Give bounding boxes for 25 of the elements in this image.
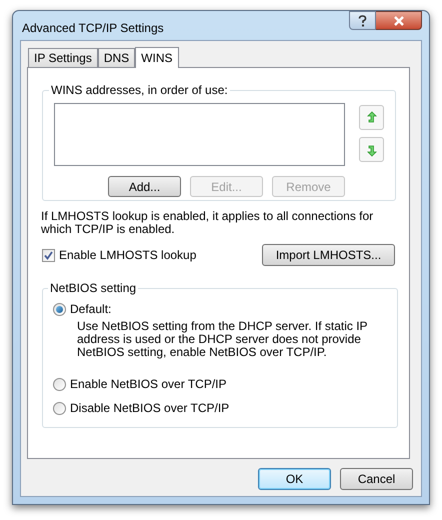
window-title: Advanced TCP/IP Settings	[22, 20, 164, 36]
radio-icon[interactable]	[53, 302, 66, 316]
radio-option[interactable]: Enable NetBIOS over TCP/IP	[53, 375, 387, 393]
radio-icon[interactable]	[53, 378, 66, 390]
checkbox-icon[interactable]	[42, 248, 55, 262]
dialog-button[interactable]: Cancel	[340, 468, 413, 490]
tab[interactable]: WINS	[135, 47, 179, 68]
lmhosts-checkbox[interactable]: Enable LMHOSTS lookup	[42, 246, 196, 264]
radio-option[interactable]: Default:	[53, 300, 387, 318]
radio-icon[interactable]	[53, 402, 66, 414]
move-up-icon[interactable]	[359, 105, 384, 130]
radio-option[interactable]: Disable NetBIOS over TCP/IP	[53, 399, 387, 417]
lmhosts-note: If LMHOSTS lookup is enabled, it applies to all connections for which TCP/IP is enabled.	[41, 210, 374, 236]
group-label: NetBIOS setting	[49, 280, 138, 297]
close-icon[interactable]	[376, 11, 422, 30]
address-list[interactable]	[54, 103, 345, 166]
import-lmhosts-button[interactable]: Import LMHOSTS...	[262, 244, 395, 266]
help-icon[interactable]	[349, 11, 376, 30]
move-down-icon[interactable]	[359, 137, 384, 162]
dialog-button[interactable]: OK	[258, 468, 331, 490]
list-action-button[interactable]: Add...	[108, 176, 181, 197]
option-description: Use NetBIOS setting from the DHCP server. If static IP address is used or the DHCP server does not provide NetBIOS setting, enable NetBIOS over TCP/IP.	[77, 320, 368, 359]
tab[interactable]: IP Settings	[28, 48, 98, 67]
tab[interactable]: DNS	[98, 48, 136, 67]
group-label: WINS addresses, in order of use:	[50, 82, 229, 99]
